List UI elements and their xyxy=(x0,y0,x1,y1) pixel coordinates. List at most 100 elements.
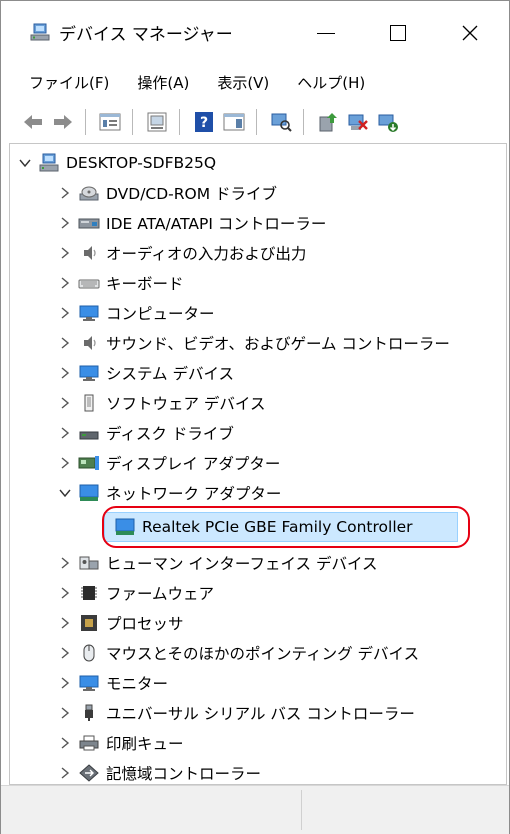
tree-item-label: プロセッサ xyxy=(106,615,184,633)
show-hide-tree-icon xyxy=(147,112,167,132)
maximize-icon xyxy=(390,25,406,41)
printer-icon xyxy=(78,734,100,752)
monitor-icon xyxy=(78,304,100,322)
properties-icon xyxy=(99,113,121,131)
chevron-right-icon[interactable] xyxy=(56,704,74,722)
tree-item-system-devices[interactable]: システム デバイス xyxy=(56,358,234,388)
toolbar: ? xyxy=(1,101,509,143)
tree-item-display-adapters[interactable]: ディスプレイ アダプター xyxy=(56,448,280,478)
action-pane-button[interactable] xyxy=(222,110,246,134)
tree-item-monitors[interactable]: モニター xyxy=(56,668,168,698)
annotation-highlight-circle xyxy=(102,506,470,548)
tree-root-label: DESKTOP-SDFB25Q xyxy=(66,154,217,172)
tree-item-label: ソフトウェア デバイス xyxy=(106,395,266,413)
chevron-right-icon[interactable] xyxy=(56,304,74,322)
chevron-right-icon[interactable] xyxy=(56,334,74,352)
properties-button[interactable] xyxy=(98,110,122,134)
tree-item-firmware[interactable]: ファームウェア xyxy=(56,578,214,608)
tree-item-disk-drives[interactable]: ディスク ドライブ xyxy=(56,418,234,448)
tree-item-print-queues[interactable]: 印刷キュー xyxy=(56,728,184,758)
chevron-right-icon[interactable] xyxy=(56,394,74,412)
chevron-right-icon[interactable] xyxy=(56,214,74,232)
title-bar[interactable]: デバイス マネージャー xyxy=(1,1,509,65)
back-arrow-icon xyxy=(24,115,42,129)
tree-item-software-devices[interactable]: ソフトウェア デバイス xyxy=(56,388,265,418)
chevron-right-icon[interactable] xyxy=(56,424,74,442)
firmware-chip-icon xyxy=(78,584,100,602)
toolbar-separator xyxy=(85,109,86,135)
tree-item-computer[interactable]: コンピューター xyxy=(56,298,215,328)
tree-item-processors[interactable]: プロセッサ xyxy=(56,608,184,638)
chevron-right-icon[interactable] xyxy=(56,584,74,602)
close-button[interactable] xyxy=(435,1,505,65)
usb-icon xyxy=(78,704,100,722)
tree-item-label: システム デバイス xyxy=(106,365,234,383)
chevron-right-icon[interactable] xyxy=(56,764,74,782)
monitor-icon xyxy=(78,674,100,692)
update-driver-icon xyxy=(319,113,337,132)
chevron-right-icon[interactable] xyxy=(56,274,74,292)
chevron-down-icon[interactable] xyxy=(56,484,74,502)
uninstall-device-button[interactable] xyxy=(376,110,400,134)
speaker-icon xyxy=(78,334,100,352)
minimize-icon xyxy=(317,32,335,34)
chevron-right-icon[interactable] xyxy=(56,614,74,632)
help-button[interactable]: ? xyxy=(192,110,216,134)
chevron-right-icon[interactable] xyxy=(56,644,74,662)
tree-item-network-adapters[interactable]: ネットワーク アダプター xyxy=(56,478,281,508)
tree-item-label: ヒューマン インターフェイス デバイス xyxy=(106,555,378,573)
chevron-down-icon[interactable] xyxy=(16,154,34,172)
dvd-drive-icon xyxy=(78,184,100,202)
tree-item-label: サウンド、ビデオ、およびゲーム コントローラー xyxy=(106,335,450,353)
tree-item-label: DVD/CD-ROM ドライブ xyxy=(106,185,278,203)
tree-root-node[interactable]: DESKTOP-SDFB25Q xyxy=(16,148,216,178)
tree-item-ide-ata[interactable]: IDE ATA/ATAPI コントローラー xyxy=(56,208,326,238)
status-bar xyxy=(1,785,509,834)
menu-action[interactable]: 操作(A) xyxy=(129,68,197,97)
menu-view[interactable]: 表示(V) xyxy=(209,68,277,97)
hid-icon xyxy=(78,554,100,572)
minimize-button[interactable] xyxy=(291,1,361,65)
chevron-right-icon[interactable] xyxy=(56,454,74,472)
tree-item-usb-controllers[interactable]: ユニバーサル シリアル バス コントローラー xyxy=(56,698,415,728)
toolbar-separator xyxy=(132,109,133,135)
menu-help[interactable]: ヘルプ(H) xyxy=(289,68,373,97)
chevron-right-icon[interactable] xyxy=(56,674,74,692)
back-button[interactable] xyxy=(21,110,45,134)
disable-device-button[interactable] xyxy=(346,110,370,134)
status-divider xyxy=(301,790,302,830)
tree-item-mice[interactable]: マウスとそのほかのポインティング デバイス xyxy=(56,638,419,668)
device-manager-window: デバイス マネージャー ファイル(F) 操作(A) 表示(V) ヘルプ(H) ?… xyxy=(0,0,510,834)
tree-item-label: ユニバーサル シリアル バス コントローラー xyxy=(106,705,415,723)
menu-file[interactable]: ファイル(F) xyxy=(21,68,117,97)
tree-item-label: 記憶域コントローラー xyxy=(106,765,262,783)
toolbar-separator xyxy=(179,109,180,135)
maximize-button[interactable] xyxy=(363,1,433,65)
chevron-right-icon[interactable] xyxy=(56,364,74,382)
show-hide-tree-button[interactable] xyxy=(145,110,169,134)
svg-text:?: ? xyxy=(200,115,208,131)
processor-icon xyxy=(78,614,100,632)
tree-item-keyboard[interactable]: キーボード xyxy=(56,268,184,298)
monitor-icon xyxy=(78,364,100,382)
chevron-right-icon[interactable] xyxy=(56,244,74,262)
tree-item-dvd-cdrom[interactable]: DVD/CD-ROM ドライブ xyxy=(56,178,277,208)
tree-item-label: ファームウェア xyxy=(106,585,215,603)
scan-hardware-icon xyxy=(271,113,292,132)
action-pane-icon xyxy=(223,113,245,131)
tree-item-label: ディスプレイ アダプター xyxy=(106,455,281,473)
tree-item-label: コンピューター xyxy=(106,305,215,323)
chevron-right-icon[interactable] xyxy=(56,184,74,202)
scan-hardware-button[interactable] xyxy=(269,110,293,134)
tree-item-audio-io[interactable]: オーディオの入力および出力 xyxy=(56,238,306,268)
tree-item-sound-video-game[interactable]: サウンド、ビデオ、およびゲーム コントローラー xyxy=(56,328,450,358)
tree-item-hid[interactable]: ヒューマン インターフェイス デバイス xyxy=(56,548,378,578)
chevron-right-icon[interactable] xyxy=(56,734,74,752)
update-driver-button[interactable] xyxy=(316,110,340,134)
device-tree[interactable]: DESKTOP-SDFB25Q DVD/CD-ROM ドライブ IDE ATA/… xyxy=(9,143,507,785)
tree-item-storage-controllers[interactable]: 記憶域コントローラー xyxy=(56,758,262,784)
tree-item-label: オーディオの入力および出力 xyxy=(106,245,307,263)
chevron-right-icon[interactable] xyxy=(56,554,74,572)
forward-arrow-icon xyxy=(54,115,72,129)
forward-button[interactable] xyxy=(51,110,75,134)
